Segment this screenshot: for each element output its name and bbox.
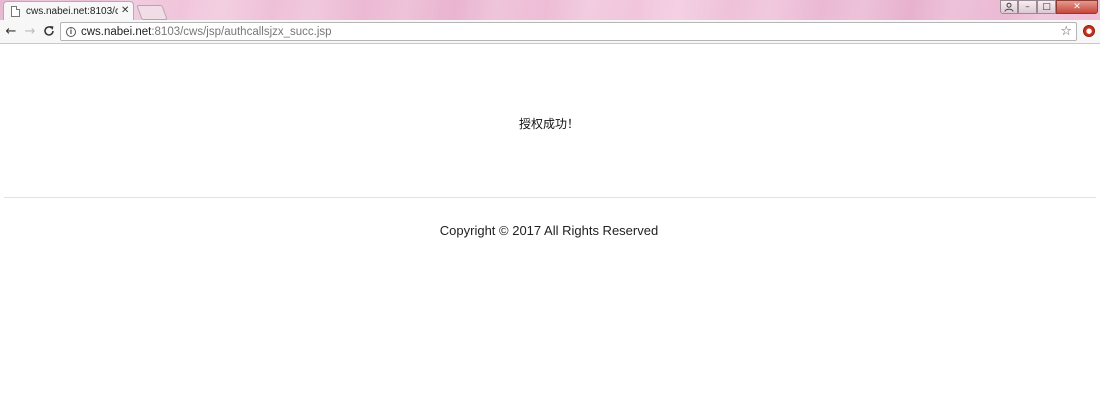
browser-tab[interactable]: cws.nabei.net:8103/cws/jsp/authcallsjzx_… xyxy=(3,1,134,20)
profile-button[interactable] xyxy=(1000,0,1018,14)
browser-toolbar: ← → i cws.nabei.net:8103/cws/jsp/authcal… xyxy=(0,20,1100,44)
page-content: 授权成功！ Copyright © 2017 All Rights Reserv… xyxy=(0,45,1100,400)
tab-strip: cws.nabei.net:8103/cws/jsp/authcallsjzx_… xyxy=(0,0,1100,20)
page-icon xyxy=(11,5,20,17)
new-tab-button[interactable] xyxy=(136,5,168,20)
address-bar[interactable]: i cws.nabei.net:8103/cws/jsp/authcallsjz… xyxy=(60,22,1077,41)
success-message: 授权成功！ xyxy=(518,117,579,131)
minimize-button[interactable]: – xyxy=(1018,0,1037,14)
star-icon[interactable]: ☆ xyxy=(1060,24,1072,39)
info-icon[interactable]: i xyxy=(66,26,76,37)
maximize-button[interactable]: □ xyxy=(1037,0,1056,14)
divider xyxy=(4,197,1096,198)
url-path: :8103/cws/jsp/authcallsjzx_succ.jsp xyxy=(151,25,332,38)
close-icon[interactable]: ✕ xyxy=(121,6,129,16)
window-controls: – □ ✕ xyxy=(1000,0,1098,15)
extension-icon[interactable]: ● xyxy=(1083,25,1095,37)
reload-svg xyxy=(44,26,54,36)
copyright-text: Copyright © 2017 All Rights Reserved xyxy=(439,223,659,238)
url-host: cws.nabei.net xyxy=(81,25,152,38)
reload-icon[interactable] xyxy=(41,23,57,39)
window-close-button[interactable]: ✕ xyxy=(1056,0,1098,14)
back-arrow-icon[interactable]: ← xyxy=(3,23,19,39)
tab-title: cws.nabei.net:8103/cws/jsp/authcallsjzx_… xyxy=(26,5,118,17)
url-text[interactable]: cws.nabei.net:8103/cws/jsp/authcallsjzx_… xyxy=(81,26,332,38)
forward-arrow-icon[interactable]: → xyxy=(22,23,38,39)
user-icon xyxy=(1004,2,1014,12)
